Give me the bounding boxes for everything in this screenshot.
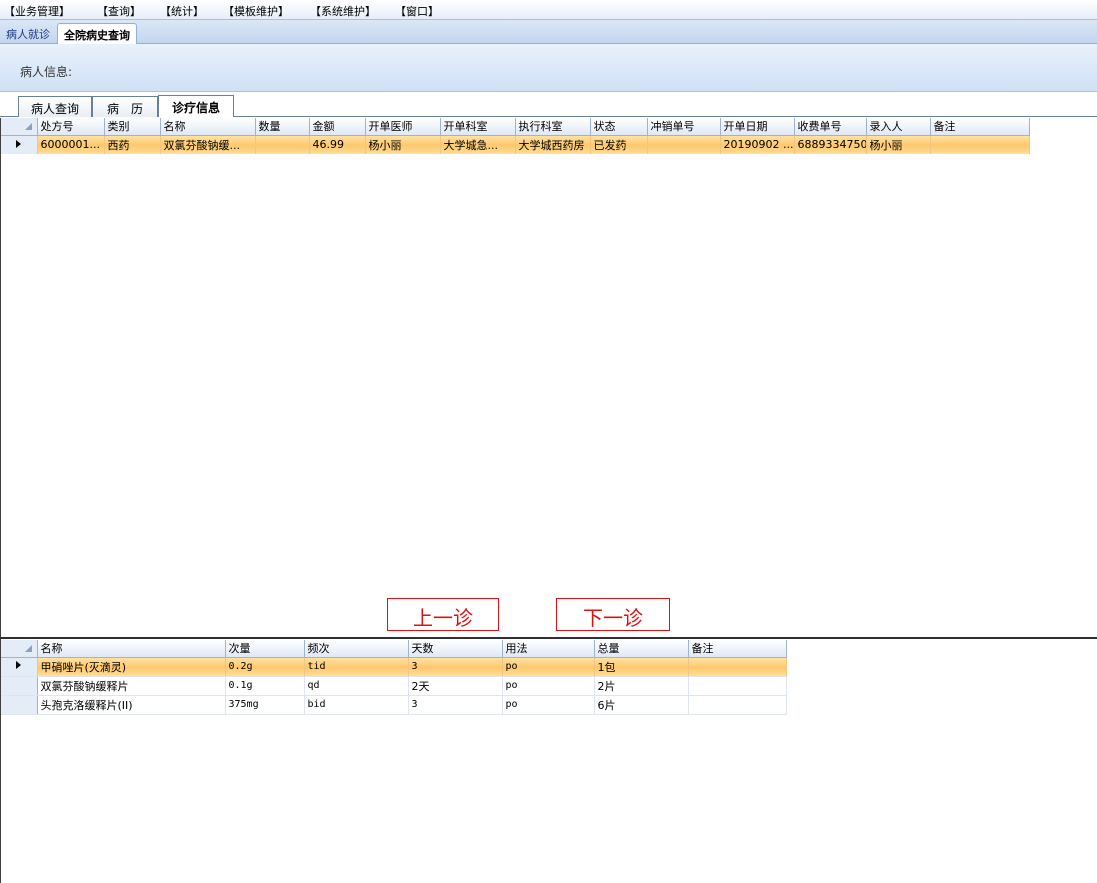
table-cell[interactable]: po [502,657,595,677]
column-header[interactable]: 用法 [502,640,595,658]
table-cell[interactable] [255,135,310,154]
table-cell[interactable]: 375mg [225,695,305,715]
current-row-arrow-icon [16,140,22,149]
row-indicator[interactable] [1,695,38,715]
tab-patient-query[interactable]: 病人查询 [18,96,92,117]
tab-patient-visit[interactable]: 病人就诊 [0,23,56,44]
column-header[interactable]: 备注 [930,118,1030,136]
table-cell[interactable]: po [502,676,595,696]
table-cell[interactable]: qd [304,676,409,696]
column-header[interactable]: 执行科室 [515,118,591,136]
table-cell[interactable]: 杨小丽 [866,135,931,154]
column-header[interactable]: 状态 [590,118,648,136]
table-cell[interactable]: 已发药 [590,135,648,154]
table-cell[interactable] [930,135,1030,154]
patient-info-panel: 病人信息: [0,44,1097,92]
menu-statistics[interactable]: 【统计】 [160,3,204,19]
menu-bar: 【业务管理】 【查询】 【统计】 【模板维护】 【系统维护】 【窗口】 [0,0,1097,20]
tab-medical-record[interactable]: 病 历 [92,96,158,117]
table-cell[interactable]: 甲硝唑片(灭滴灵) [37,657,226,677]
table-cell[interactable]: 6000001... [37,135,105,154]
table-cell[interactable]: tid [304,657,409,677]
panel-divider [0,637,1097,639]
row-indicator[interactable] [1,676,38,696]
table-cell[interactable]: 3 [408,657,503,677]
table-cell[interactable]: 头孢克洛缓释片(II) [37,695,226,715]
row-indicator-header [1,118,38,136]
column-header[interactable]: 处方号 [37,118,105,136]
menu-query[interactable]: 【查询】 [97,3,141,19]
prescription-header-row: 处方号 类别 名称 数量 金额 开单医师 开单科室 执行科室 状态 冲销单号 开… [1,118,1030,136]
column-header[interactable]: 总量 [594,640,689,658]
column-header[interactable]: 类别 [104,118,161,136]
table-cell[interactable]: 杨小丽 [365,135,441,154]
table-cell[interactable]: 3 [408,695,503,715]
column-header[interactable]: 冲销单号 [647,118,721,136]
column-header[interactable]: 录入人 [866,118,931,136]
table-cell[interactable]: 双氯芬酸钠缓释片 [37,676,226,696]
menu-template-maintenance[interactable]: 【模板维护】 [223,3,289,19]
column-header[interactable]: 备注 [688,640,787,658]
prescription-table: 处方号 类别 名称 数量 金额 开单医师 开单科室 执行科室 状态 冲销单号 开… [1,118,1030,154]
column-header[interactable]: 开单医师 [365,118,441,136]
menu-business[interactable]: 【业务管理】 [4,3,70,19]
table-row[interactable]: 头孢克洛缓释片(II) 375mg bid 3 po 6片 [1,695,787,715]
sub-tab-strip: 病人查询 病 历 诊疗信息 [0,92,1097,118]
row-indicator-header [1,640,38,658]
table-cell[interactable]: 20190902 ... [720,135,795,154]
column-header[interactable]: 开单科室 [440,118,516,136]
table-cell[interactable] [688,657,787,677]
table-cell[interactable]: 大学城急... [440,135,516,154]
column-header[interactable]: 收费单号 [794,118,867,136]
table-cell[interactable]: po [502,695,595,715]
column-header[interactable]: 数量 [255,118,310,136]
table-cell[interactable]: 2片 [594,676,689,696]
column-header[interactable]: 开单日期 [720,118,795,136]
detail-header-row: 名称 次量 频次 天数 用法 总量 备注 [1,640,787,658]
menu-window[interactable]: 【窗口】 [395,3,439,19]
previous-visit-button[interactable]: 上一诊 [387,598,499,631]
table-cell[interactable]: 6片 [594,695,689,715]
tab-treatment-info[interactable]: 诊疗信息 [158,95,234,117]
row-indicator[interactable] [1,135,38,154]
column-header[interactable]: 金额 [309,118,366,136]
menu-system-maintenance[interactable]: 【系统维护】 [310,3,376,19]
prescription-detail-table: 名称 次量 频次 天数 用法 总量 备注 甲硝唑片(灭滴灵) 0.2g tid … [1,640,787,715]
table-cell[interactable]: 双氯芬酸钠缓... [160,135,256,154]
current-row-arrow-icon [16,661,22,669]
table-cell[interactable]: 0.2g [225,657,305,677]
column-header[interactable]: 名称 [37,640,226,658]
document-tab-strip: 病人就诊 全院病史查询 [0,20,1097,44]
table-cell[interactable]: 46.99 [309,135,366,154]
column-header[interactable]: 名称 [160,118,256,136]
table-cell[interactable]: bid [304,695,409,715]
tab-hospital-history-query[interactable]: 全院病史查询 [57,23,137,44]
column-header[interactable]: 次量 [225,640,305,658]
table-row[interactable]: 双氯芬酸钠缓释片 0.1g qd 2天 po 2片 [1,676,787,696]
table-cell[interactable]: 0.1g [225,676,305,696]
column-header[interactable]: 频次 [304,640,409,658]
table-cell[interactable]: 西药 [104,135,161,154]
table-cell[interactable]: 1包 [594,657,689,677]
table-cell[interactable] [688,676,787,696]
table-cell[interactable]: 6889334750 [794,135,867,154]
table-cell[interactable]: 2天 [408,676,503,696]
patient-info-label: 病人信息: [20,65,73,79]
table-cell[interactable]: 大学城西药房 [515,135,591,154]
table-cell[interactable] [688,695,787,715]
table-row[interactable]: 6000001... 西药 双氯芬酸钠缓... 46.99 杨小丽 大学城急..… [1,135,1030,154]
column-header[interactable]: 天数 [408,640,503,658]
table-row[interactable]: 甲硝唑片(灭滴灵) 0.2g tid 3 po 1包 [1,657,787,677]
next-visit-button[interactable]: 下一诊 [556,598,670,631]
table-cell[interactable] [647,135,721,154]
row-indicator[interactable] [1,657,38,677]
